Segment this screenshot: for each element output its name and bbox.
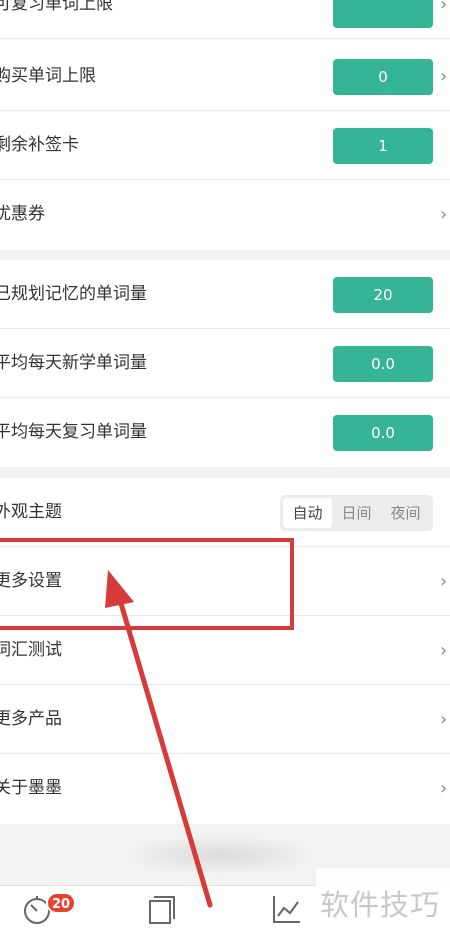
annotation-arrow [105, 570, 213, 908]
